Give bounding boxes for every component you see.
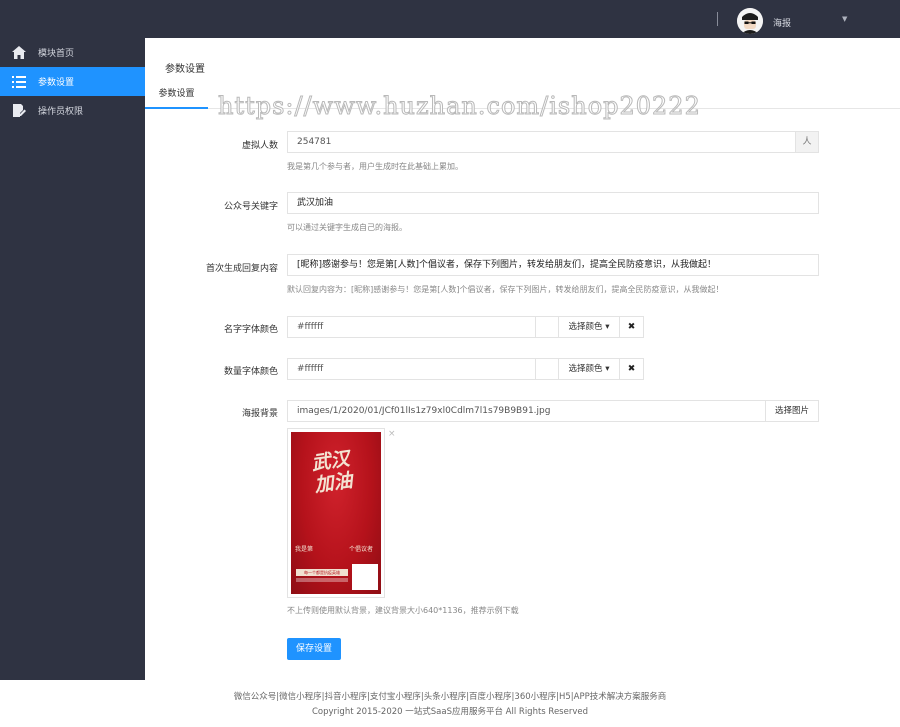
- virtual-count-input[interactable]: 254781: [287, 131, 796, 153]
- chevron-down-icon[interactable]: ▼: [842, 15, 847, 23]
- sidebar: 模块首页 参数设置 操作员权限: [0, 38, 145, 680]
- poster-subbar: [296, 578, 348, 582]
- footer: 微信公众号|微信小程序|抖音小程序|支付宝小程序|头条小程序|百度小程序|360…: [0, 680, 900, 727]
- username[interactable]: 海报: [773, 16, 791, 29]
- poster-banner: 每一个都是抗疫英雄: [296, 569, 348, 576]
- name-color-pick-button[interactable]: 选择颜色 ▾: [558, 316, 620, 338]
- name-color-input[interactable]: #ffffff: [287, 316, 536, 338]
- footer-links[interactable]: 微信公众号|微信小程序|抖音小程序|支付宝小程序|头条小程序|百度小程序|360…: [0, 690, 900, 702]
- top-bar: 海报 ▼: [0, 0, 900, 38]
- edit-user-icon: [0, 104, 38, 117]
- sidebar-item-settings[interactable]: 参数设置: [0, 67, 145, 96]
- keyword-label: 公众号关键字: [223, 202, 278, 212]
- home-icon: [0, 46, 38, 59]
- reply-help: 默认回复内容为：[昵称]感谢参与！您是第[人数]个倡议者，保存下列图片，转发给朋…: [287, 285, 724, 294]
- close-icon[interactable]: ×: [388, 429, 396, 439]
- list-icon: [0, 75, 38, 88]
- num-color-swatch: [536, 358, 559, 380]
- name-color-swatch: [536, 316, 559, 338]
- tab-settings[interactable]: 参数设置: [145, 84, 208, 109]
- page-title: 参数设置: [165, 64, 205, 75]
- bg-help: 不上传则使用默认背景，建议背景大小640*1136，推荐示例下载: [287, 606, 519, 615]
- unit-addon: 人: [795, 131, 819, 153]
- reply-label: 首次生成回复内容: [205, 264, 278, 274]
- num-color-input[interactable]: #ffffff: [287, 358, 536, 380]
- num-color-label: 数量字体颜色: [223, 367, 278, 377]
- keyword-input[interactable]: 武汉加油: [287, 192, 819, 214]
- keyword-help: 可以通过关键字生成自己的海报。: [287, 223, 407, 232]
- poster-calligraphy: 武汉加油: [310, 447, 354, 497]
- topbar-divider: [717, 12, 718, 26]
- poster-image: 武汉加油 我是第 个倡议者 每一个都是抗疫英雄: [291, 432, 381, 594]
- bg-pick-button[interactable]: 选择图片: [765, 400, 819, 422]
- name-color-label: 名字字体颜色: [223, 325, 278, 335]
- sidebar-item-operator[interactable]: 操作员权限: [0, 96, 145, 125]
- reply-input[interactable]: [昵称]感谢参与！您是第[人数]个倡议者，保存下列图片，转发给朋友们，提高全民防…: [287, 254, 819, 276]
- save-button[interactable]: 保存设置: [287, 638, 341, 660]
- virtual-count-label: 虚拟人数: [241, 141, 278, 151]
- poster-text-right: 个倡议者: [349, 546, 374, 553]
- sidebar-item-label: 模块首页: [38, 49, 75, 59]
- bg-path-input[interactable]: images/1/2020/01/JCf01lIs1z79xl0Cdlm7l1s…: [287, 400, 766, 422]
- num-color-pick-button[interactable]: 选择颜色 ▾: [558, 358, 620, 380]
- tab-bar: 参数设置: [145, 84, 900, 109]
- footer-copyright: Copyright 2015-2020 一站式SaaS应用服务平台 All Ri…: [312, 707, 588, 717]
- poster-preview: 武汉加油 我是第 个倡议者 每一个都是抗疫英雄: [287, 428, 385, 598]
- virtual-count-help: 我是第几个参与者，用户生成时在此基础上累加。: [287, 162, 463, 171]
- name-color-clear-button[interactable]: ✖: [619, 316, 644, 338]
- sidebar-item-label: 参数设置: [38, 78, 75, 88]
- num-color-clear-button[interactable]: ✖: [619, 358, 644, 380]
- sidebar-item-home[interactable]: 模块首页: [0, 38, 145, 67]
- avatar[interactable]: [737, 8, 763, 34]
- bg-label: 海报背景: [241, 409, 278, 419]
- sidebar-item-label: 操作员权限: [38, 107, 84, 117]
- poster-text-left: 我是第: [295, 546, 314, 553]
- poster-qr-placeholder: [352, 564, 378, 590]
